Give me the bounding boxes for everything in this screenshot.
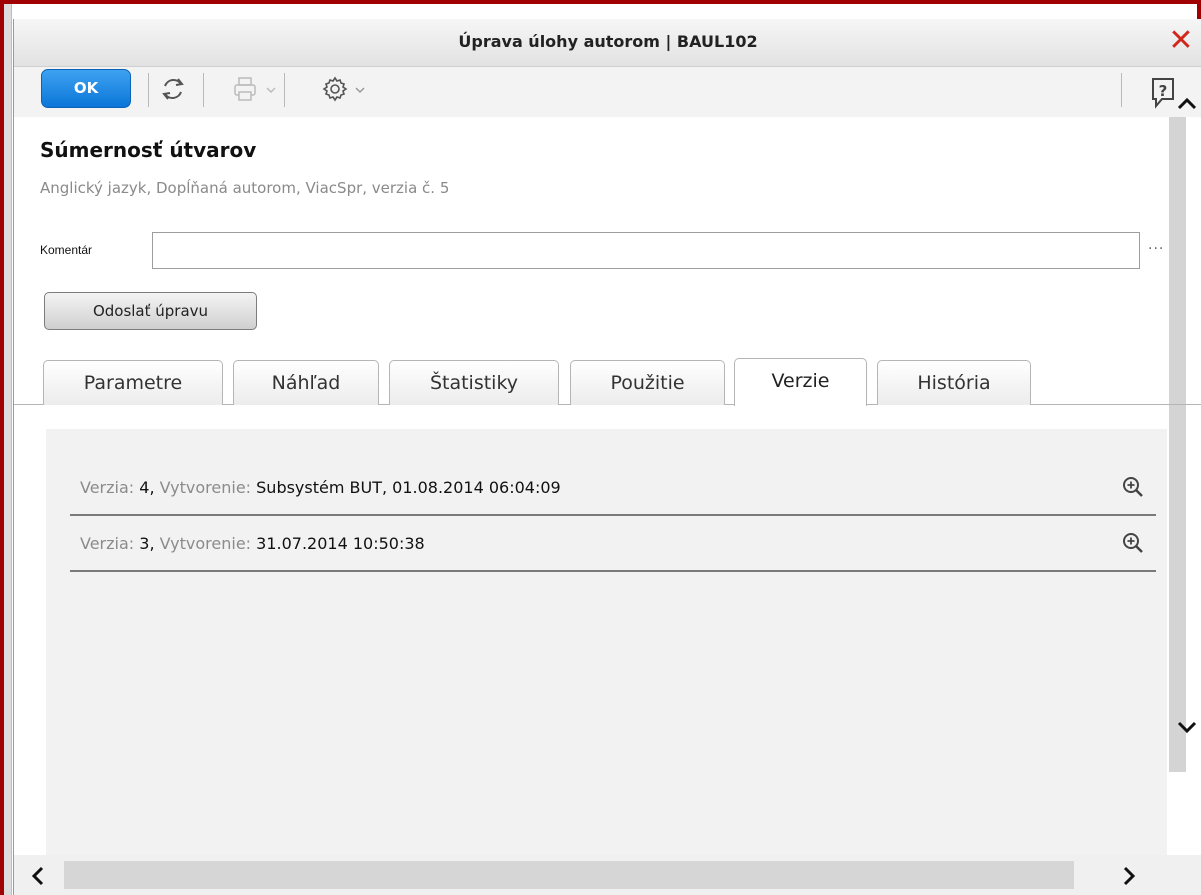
tab-verzie[interactable]: Verzie <box>734 358 867 406</box>
created-value: Subsystém BUT, 01.08.2014 06:04:09 <box>256 478 561 497</box>
toolbar-separator <box>148 73 149 107</box>
svg-text:?: ? <box>1159 82 1168 100</box>
scroll-down-icon[interactable] <box>1176 716 1198 738</box>
comment-label: Komentár <box>40 243 93 257</box>
zoom-in-icon[interactable] <box>1122 476 1144 498</box>
version-row[interactable]: Verzia: 4, Vytvorenie: Subsystém BUT, 01… <box>70 460 1156 516</box>
toolbar: OK ? <box>14 67 1201 117</box>
settings-dropdown-icon[interactable] <box>355 85 365 95</box>
tab-bar: Parametre Náhľad Štatistiky Použitie Ver… <box>14 358 1201 406</box>
toolbar-separator <box>284 73 285 107</box>
tab-pouzitie[interactable]: Použitie <box>570 360 725 405</box>
toolbar-separator <box>203 73 204 107</box>
refresh-icon[interactable] <box>158 73 188 105</box>
horizontal-scroll-thumb[interactable] <box>64 861 1074 889</box>
task-title: Súmernosť útvarov <box>40 138 257 162</box>
version-number: 3 <box>139 534 150 553</box>
send-edit-button[interactable]: Odoslať úpravu <box>44 292 257 330</box>
tab-historia[interactable]: História <box>877 360 1031 405</box>
scroll-up-icon[interactable] <box>1176 93 1198 115</box>
background-window-edge <box>4 4 12 895</box>
task-subtitle: Anglický jazyk, Dopĺňaná autorom, ViacSp… <box>40 179 450 197</box>
separator: , <box>149 478 155 497</box>
scroll-left-icon[interactable] <box>28 865 48 887</box>
version-label: Verzia: <box>80 478 135 497</box>
comment-more-icon[interactable]: ··· <box>1148 241 1164 257</box>
scroll-right-icon[interactable] <box>1119 865 1139 887</box>
toolbar-separator <box>1121 73 1122 107</box>
version-row[interactable]: Verzia: 3, Vytvorenie: 31.07.2014 10:50:… <box>70 516 1156 572</box>
tab-statistiky[interactable]: Štatistiky <box>389 360 559 405</box>
version-number: 4 <box>139 478 150 497</box>
created-label: Vytvorenie: <box>159 534 252 553</box>
zoom-in-icon[interactable] <box>1122 532 1144 554</box>
print-dropdown-icon[interactable] <box>266 85 276 95</box>
close-icon[interactable]: ✕ <box>1166 26 1196 56</box>
versions-panel: Verzia: 4, Vytvorenie: Subsystém BUT, 01… <box>46 429 1167 855</box>
horizontal-scrollbar[interactable] <box>14 855 1201 895</box>
tab-parametre[interactable]: Parametre <box>43 360 223 405</box>
edit-task-dialog: Úprava úlohy autorom | BAUL102 ✕ OK ? Sú… <box>13 19 1201 895</box>
dialog-title: Úprava úlohy autorom | BAUL102 <box>458 32 758 51</box>
tab-nahlad[interactable]: Náhľad <box>233 360 379 405</box>
print-icon[interactable] <box>230 73 260 105</box>
ok-button[interactable]: OK <box>41 69 131 108</box>
created-label: Vytvorenie: <box>159 478 252 497</box>
vertical-scrollbar[interactable] <box>1169 117 1186 772</box>
comment-input[interactable] <box>152 232 1140 269</box>
help-icon[interactable]: ? <box>1148 75 1178 109</box>
created-value: 31.07.2014 10:50:38 <box>256 534 425 553</box>
separator: , <box>149 534 155 553</box>
version-label: Verzia: <box>80 534 135 553</box>
title-bar: Úprava úlohy autorom | BAUL102 ✕ <box>14 19 1201 67</box>
settings-gear-icon[interactable] <box>320 73 350 105</box>
